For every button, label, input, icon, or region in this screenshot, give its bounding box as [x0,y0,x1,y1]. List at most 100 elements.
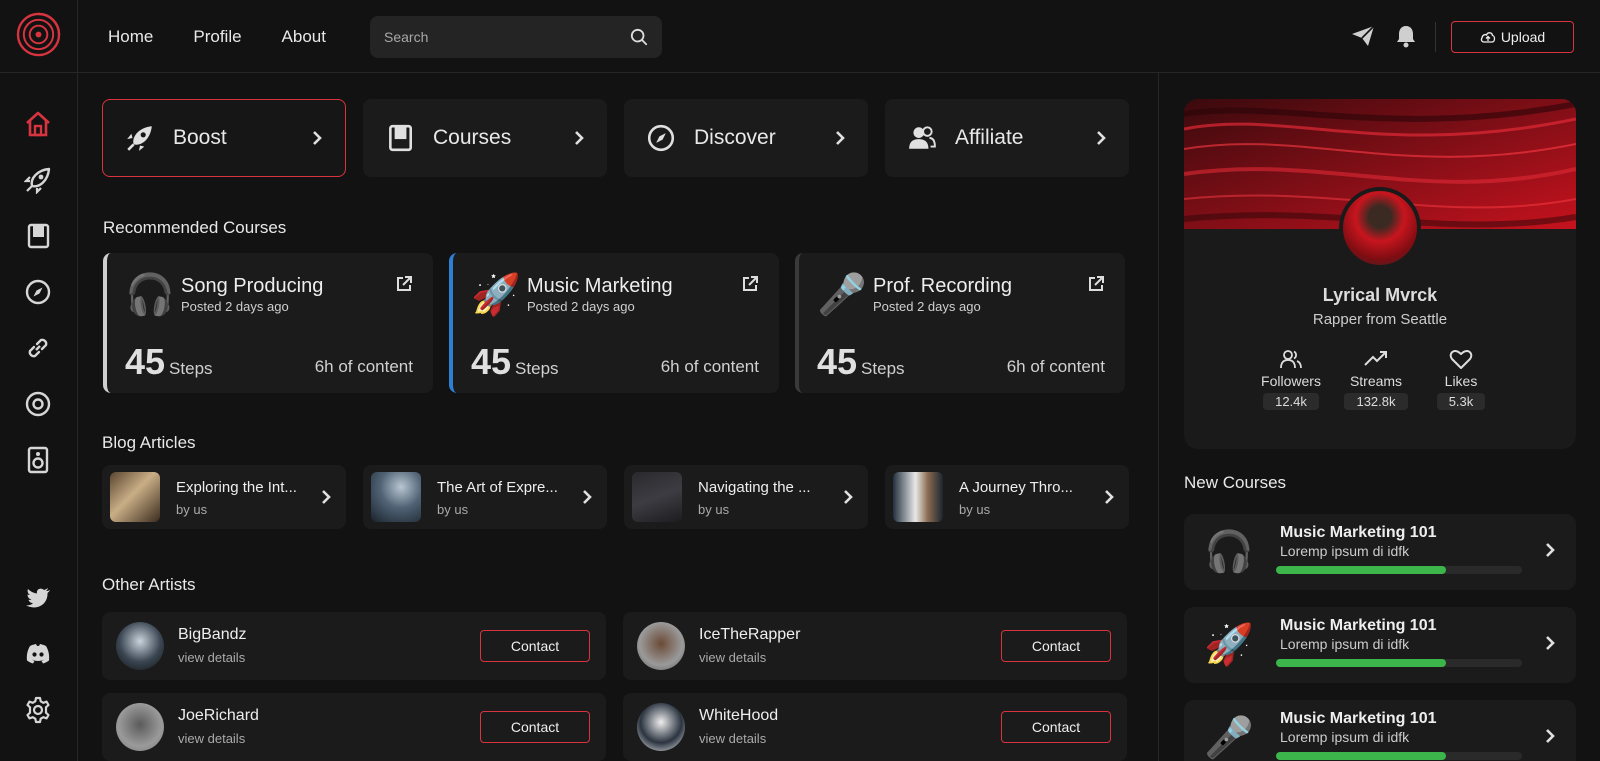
sidebar-book-icon[interactable] [24,222,52,250]
chevron-right-icon [313,131,322,145]
quick-card-label: Discover [694,126,776,149]
quick-card-courses[interactable]: Courses [363,99,607,177]
external-link-icon[interactable] [1087,275,1105,293]
bell-icon[interactable] [1395,24,1417,48]
course-posted: Posted 2 days ago [181,299,289,314]
artist-row[interactable]: WhiteHood view details Contact [623,693,1127,761]
trending-up-icon [1364,351,1387,366]
blog-item-author: by us [437,502,469,517]
avatar [116,703,164,751]
new-course-item[interactable]: 🚀 Music Marketing 101 Loremp ipsum di id… [1184,607,1576,683]
profile-bio: Rapper from Seattle [1312,311,1448,328]
nav-about[interactable]: About [282,27,326,47]
topbar-divider [1435,22,1436,52]
sidebar-compass-icon[interactable] [24,278,52,306]
blog-item[interactable]: Navigating the ... by us [624,465,868,529]
contact-button[interactable]: Contact [1001,630,1111,662]
sidebar-home-icon[interactable] [24,110,52,138]
artist-name: JoeRichard [178,707,259,724]
chevron-right-icon [575,131,584,145]
avatar [637,622,685,670]
upload-button[interactable]: Upload [1451,21,1574,53]
artist-details-link[interactable]: view details [699,731,766,746]
stat-value: 5.3k [1436,393,1486,410]
progress-fill [1276,659,1446,667]
stat-likes: Likes 5.3k [1429,349,1493,411]
artist-row[interactable]: IceTheRapper view details Contact [623,612,1127,680]
quick-card-label: Courses [433,126,512,149]
steps-count: 45 [471,341,512,382]
vinyl-logo-icon[interactable] [16,12,61,57]
blog-thumbnail [632,472,682,522]
steps-count: 45 [817,341,858,382]
chevron-right-icon [1546,729,1555,743]
artist-row[interactable]: BigBandz view details Contact [102,612,606,680]
contact-button[interactable]: Contact [480,630,590,662]
search-input[interactable] [384,29,630,45]
new-course-title: Music Marketing 101 [1280,617,1437,634]
course-posted: Posted 2 days ago [873,299,981,314]
blog-title: Blog Articles [102,433,196,452]
blog-item[interactable]: Exploring the Int... by us [102,465,346,529]
chevron-right-icon [583,490,592,504]
search-icon[interactable] [630,28,648,46]
chevron-right-icon [844,490,853,504]
settings-gear-icon[interactable] [24,696,52,724]
artist-details-link[interactable]: view details [178,731,245,746]
course-steps: 45 Steps [817,341,905,383]
nav-home[interactable]: Home [108,27,153,47]
artist-details-link[interactable]: view details [178,650,245,665]
progress-fill [1276,566,1446,574]
twitter-icon[interactable] [24,584,52,612]
steps-label: Steps [861,359,905,378]
blog-item[interactable]: The Art of Expre... by us [363,465,607,529]
sidebar-target-icon[interactable] [24,390,52,418]
external-link-icon[interactable] [741,275,759,293]
quick-card-label: Affiliate [955,126,1024,149]
blog-item[interactable]: A Journey Thro... by us [885,465,1129,529]
new-course-item[interactable]: 🎤 Music Marketing 101 Loremp ipsum di id… [1184,700,1576,761]
steps-label: Steps [515,359,559,378]
progress-fill [1276,752,1446,760]
profile-avatar[interactable] [1339,187,1421,269]
course-card[interactable]: 🎧 Song Producing Posted 2 days ago 45 Ste… [103,253,433,393]
artist-details-link[interactable]: view details [699,650,766,665]
sidebar-rocket-icon[interactable] [24,166,52,194]
progress-bar [1276,752,1522,760]
blog-item-title: Navigating the ... [698,479,811,496]
quick-card-label: Boost [173,126,227,149]
stat-label: Followers [1261,373,1321,389]
new-course-title: Music Marketing 101 [1280,710,1437,727]
new-course-subtitle: Loremp ipsum di idfk [1280,543,1410,559]
external-link-icon[interactable] [395,275,413,293]
artist-row[interactable]: JoeRichard view details Contact [102,693,606,761]
course-steps: 45 Steps [471,341,559,383]
quick-card-boost[interactable]: Boost [102,99,346,177]
search-box [370,16,662,58]
course-card[interactable]: 🚀 Music Marketing Posted 2 days ago 45 St… [449,253,779,393]
discord-icon[interactable] [24,640,52,668]
course-title: Song Producing [181,275,324,297]
quick-card-affiliate[interactable]: Affiliate [885,99,1129,177]
contact-button[interactable]: Contact [1001,711,1111,743]
profile-card: Lyrical Mvrck Rapper from Seattle Follow… [1184,99,1576,449]
artist-name: WhiteHood [699,707,779,724]
main-nav: Home Profile About [108,0,326,73]
steps-label: Steps [169,359,213,378]
contact-button[interactable]: Contact [480,711,590,743]
blog-item-title: Exploring the Int... [176,479,297,496]
course-card[interactable]: 🎤 Prof. Recording Posted 2 days ago 45 St… [795,253,1125,393]
rocket-icon: 🚀 [471,273,521,317]
rocket-icon: 🚀 [1204,623,1254,667]
sidebar-link-icon[interactable] [24,334,52,362]
new-course-subtitle: Loremp ipsum di idfk [1280,636,1410,652]
new-course-title: Music Marketing 101 [1280,524,1437,541]
send-icon[interactable] [1351,25,1375,47]
artists-title: Other Artists [102,575,196,594]
nav-profile[interactable]: Profile [193,27,241,47]
quick-card-discover[interactable]: Discover [624,99,868,177]
sidebar-speaker-icon[interactable] [24,446,52,474]
blog-thumbnail [371,472,421,522]
stat-streams: Streams 132.8k [1344,349,1408,411]
new-course-item[interactable]: 🎧 Music Marketing 101 Loremp ipsum di id… [1184,514,1576,590]
